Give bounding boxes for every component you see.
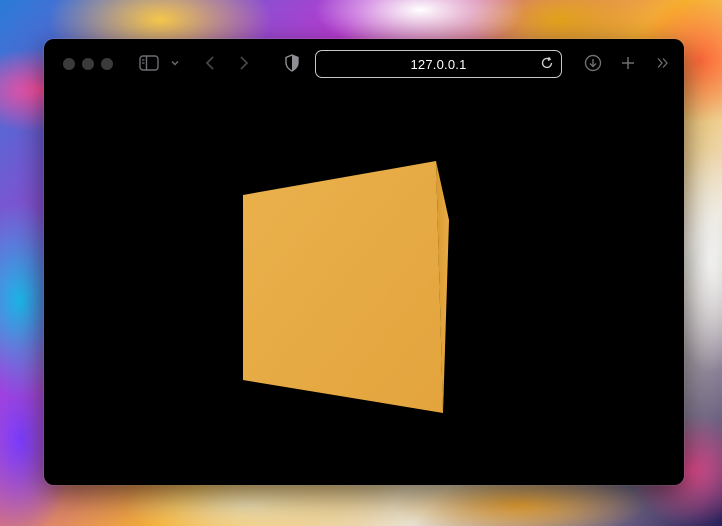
address-bar[interactable]: 127.0.0.1 — [315, 50, 562, 78]
browser-window: 127.0.0.1 — [44, 39, 684, 485]
back-arrow-icon[interactable] — [203, 55, 217, 71]
sidebar-icon[interactable] — [139, 55, 159, 71]
close-window-button[interactable] — [63, 58, 75, 70]
plus-icon[interactable] — [620, 55, 636, 71]
chevron-down-icon[interactable] — [170, 58, 180, 68]
zoom-window-button[interactable] — [101, 58, 113, 70]
cube-front-face — [243, 161, 443, 413]
browser-toolbar: 127.0.0.1 — [44, 39, 684, 89]
double-chevron-icon[interactable] — [656, 57, 670, 69]
webgl-canvas[interactable] — [44, 89, 684, 485]
forward-arrow-icon[interactable] — [237, 55, 251, 71]
reload-icon[interactable] — [540, 56, 554, 70]
web-content — [44, 89, 684, 485]
download-icon[interactable] — [584, 54, 602, 72]
minimize-window-button[interactable] — [82, 58, 94, 70]
shield-icon[interactable] — [284, 54, 300, 72]
url-text: 127.0.0.1 — [410, 56, 467, 72]
